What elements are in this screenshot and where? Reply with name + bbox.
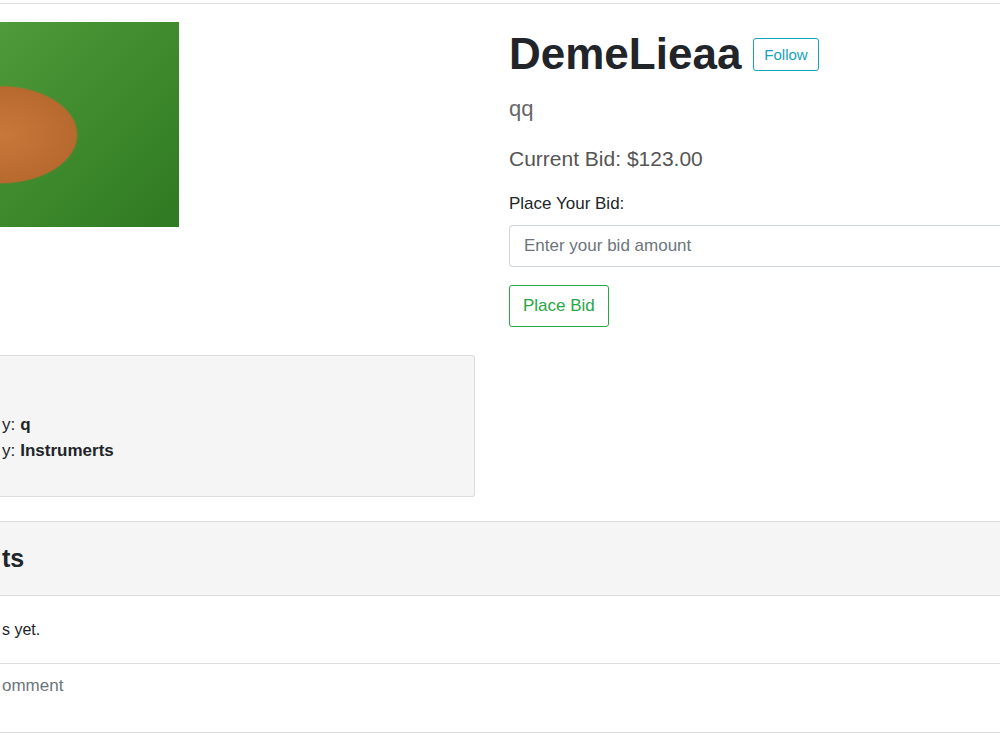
listing-title: DemeLieaa bbox=[509, 26, 741, 82]
detail-value: q bbox=[20, 415, 30, 434]
detail-label: y: bbox=[2, 441, 15, 460]
title-row: DemeLieaa Follow bbox=[509, 26, 819, 82]
comments-empty: s yet. bbox=[0, 596, 1000, 664]
comment-input[interactable] bbox=[0, 664, 1000, 733]
listing-photo bbox=[0, 22, 179, 227]
bid-label: Place Your Bid: bbox=[509, 192, 624, 216]
detail-label: y: bbox=[2, 415, 15, 434]
place-bid-button[interactable]: Place Bid bbox=[509, 285, 609, 327]
follow-button[interactable]: Follow bbox=[753, 38, 818, 71]
detail-line: y: Instrumerts bbox=[2, 440, 474, 462]
listing-page: y: q y: Instrumerts DemeLieaa Follow qq Current… bbox=[0, 0, 1000, 750]
listing-top: y: q y: Instrumerts DemeLieaa Follow qq Current… bbox=[0, 4, 1000, 497]
comments-title: ts bbox=[2, 544, 24, 573]
detail-value: Instrumerts bbox=[20, 441, 114, 460]
bid-actions: Place Bid bbox=[509, 285, 609, 327]
current-bid: Current Bid: $123.00 bbox=[509, 144, 703, 174]
listing-description: qq bbox=[509, 94, 533, 124]
detail-line: y: q bbox=[2, 414, 474, 436]
details-card: y: q y: Instrumerts bbox=[0, 355, 475, 497]
right-column: DemeLieaa Follow qq Current Bid: $123.00 Pla… bbox=[509, 4, 1000, 497]
comments-section: ts s yet. bbox=[0, 521, 1000, 733]
top-rule bbox=[0, 3, 1000, 4]
comments-header: ts bbox=[0, 522, 1000, 596]
left-column: y: q y: Instrumerts bbox=[0, 4, 475, 497]
bid-input[interactable] bbox=[509, 225, 1000, 267]
